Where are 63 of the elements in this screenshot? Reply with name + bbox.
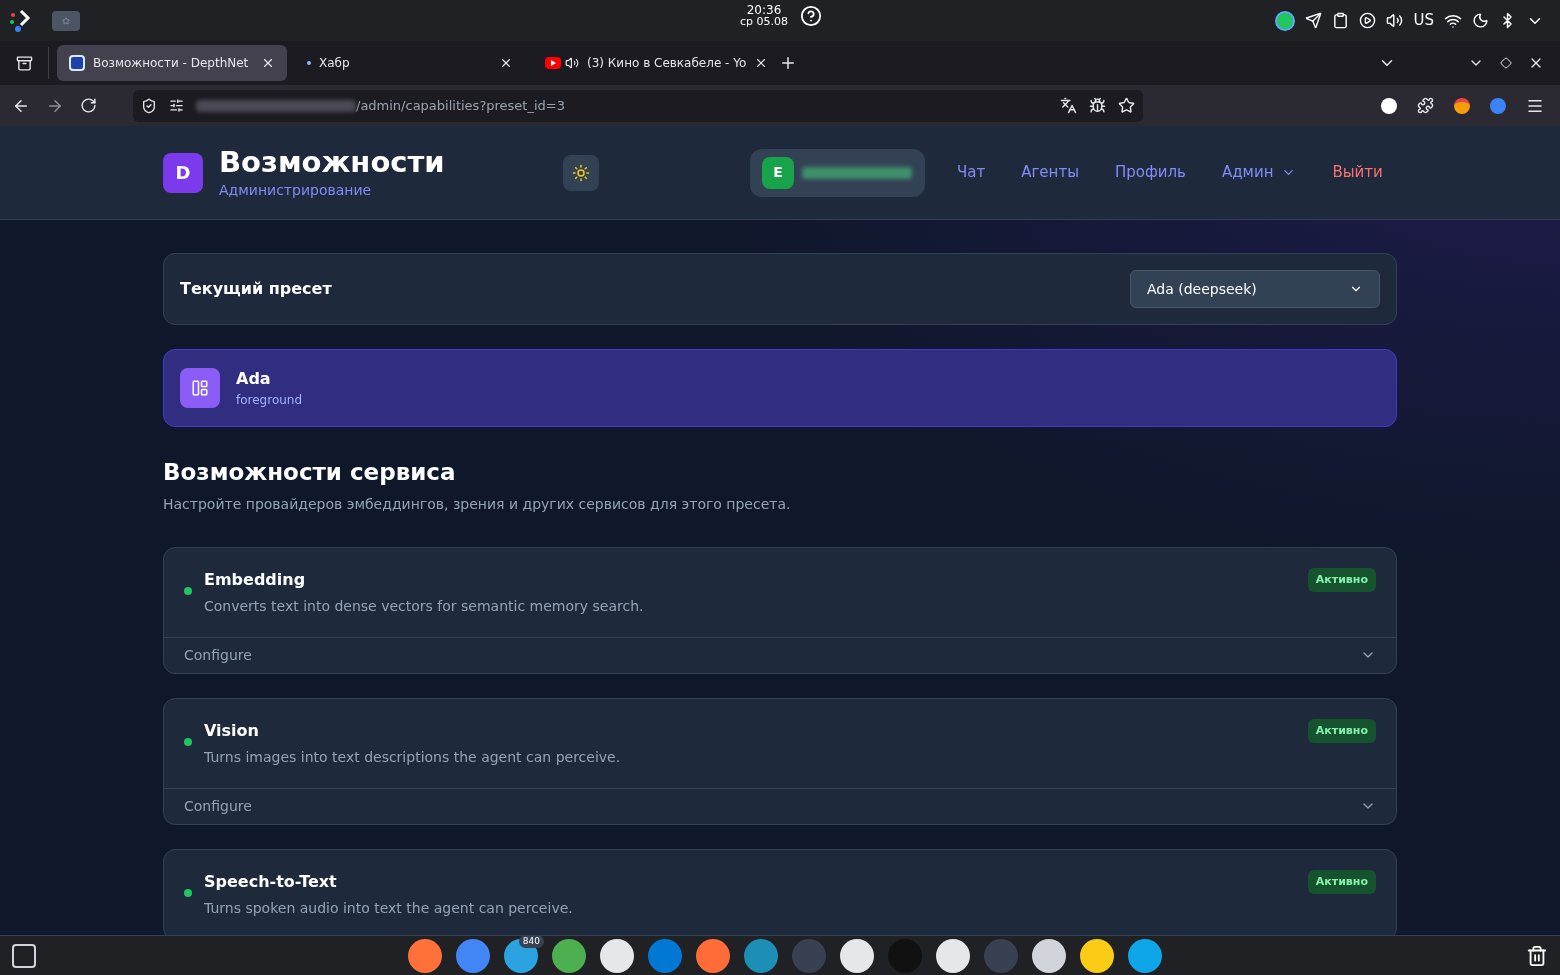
translate-icon[interactable] [1060,97,1077,114]
site-logo-icon [69,55,85,71]
status-badge: Активно [1307,869,1376,894]
logo-icon: D [163,152,203,193]
play-icon[interactable] [1359,12,1377,29]
status-badge: Активно [1307,567,1376,592]
capability-description: Turns images into text descriptions the agent can perceive. [204,747,622,767]
status-badge: Активно [1307,718,1376,743]
capability-name: Speech-to-Text [204,870,338,893]
close-icon[interactable] [261,56,275,70]
sun-icon [572,163,590,182]
reload-icon[interactable] [80,97,97,114]
address-field[interactable]: /admin/capabilities?preset_id=3 [133,89,1143,122]
browser-tab[interactable]: Возможности - DepthNet [57,45,287,81]
close-icon[interactable] [499,56,513,70]
url-text: /admin/capabilities?preset_id=3 [356,96,566,115]
preset-label: Текущий пресет [180,278,332,300]
nav-link[interactable]: Профиль [1115,161,1186,184]
keyboard-layout[interactable]: US [1413,9,1434,32]
capability-description: Converts text into dense vectors for semantic memory search. [204,596,645,616]
tab-title: (3) Кино в Севкабеле - Yo [587,55,747,72]
user-chip[interactable]: E [750,148,925,197]
trash-icon[interactable] [1526,944,1548,967]
agent-name: Ada [236,368,272,390]
bug-icon[interactable] [1089,97,1106,114]
theme-toggle[interactable] [563,154,599,191]
section-description: Настройте провайдеров эмбеддингов, зрения и других сервисов для этого пресета. [163,494,792,514]
page-title: Возможности [219,144,446,180]
layout-icon [180,368,220,408]
nav-link[interactable]: Админ [1221,161,1297,184]
maximize-icon[interactable] [1500,57,1512,69]
tab-title: Возможности - DepthNet [93,55,250,72]
help-icon[interactable] [800,5,823,27]
agent-mode: foreground [236,392,303,409]
permissions-icon[interactable] [169,98,184,113]
puzzle-icon[interactable] [1417,97,1434,114]
configure-toggle[interactable]: Configure [164,787,1396,824]
volume-icon[interactable] [1386,12,1404,29]
moon-icon[interactable] [1472,12,1489,29]
browser-tab[interactable]: (3) Кино в Севкабеле - Yo [533,45,763,81]
capability-name: Vision [204,719,260,742]
bookmark-star-icon[interactable] [1118,97,1135,114]
capability-name: Embedding [204,568,307,591]
clipboard-icon[interactable] [1332,12,1350,29]
preset-select[interactable]: Ada (deepseek) [1130,270,1380,308]
nav-link[interactable]: Выйти [1332,161,1383,184]
speaker-icon [565,56,579,70]
video-logo-icon [545,57,561,69]
folder-icon[interactable] [52,10,80,31]
new-tab-icon[interactable] [779,54,797,72]
section-title: Возможности сервиса [163,458,457,487]
configure-toggle[interactable]: Configure [164,636,1396,673]
page-subtitle: Администрирование [219,181,373,200]
clock-date: ср 05.08 [740,16,789,28]
tab-title: Хабр [319,55,351,72]
nav-link[interactable]: Агенты [1021,161,1079,184]
browser-tab[interactable]: Хабр [295,45,525,81]
capability-description: Turns spoken audio into text the agent can perceive. [204,898,574,918]
nav-link[interactable]: Чат [957,161,986,184]
clock-time: 20:36 [746,4,782,16]
avatar: E [762,156,794,189]
desktop-icon[interactable] [12,943,36,968]
shield-icon[interactable] [141,97,157,114]
